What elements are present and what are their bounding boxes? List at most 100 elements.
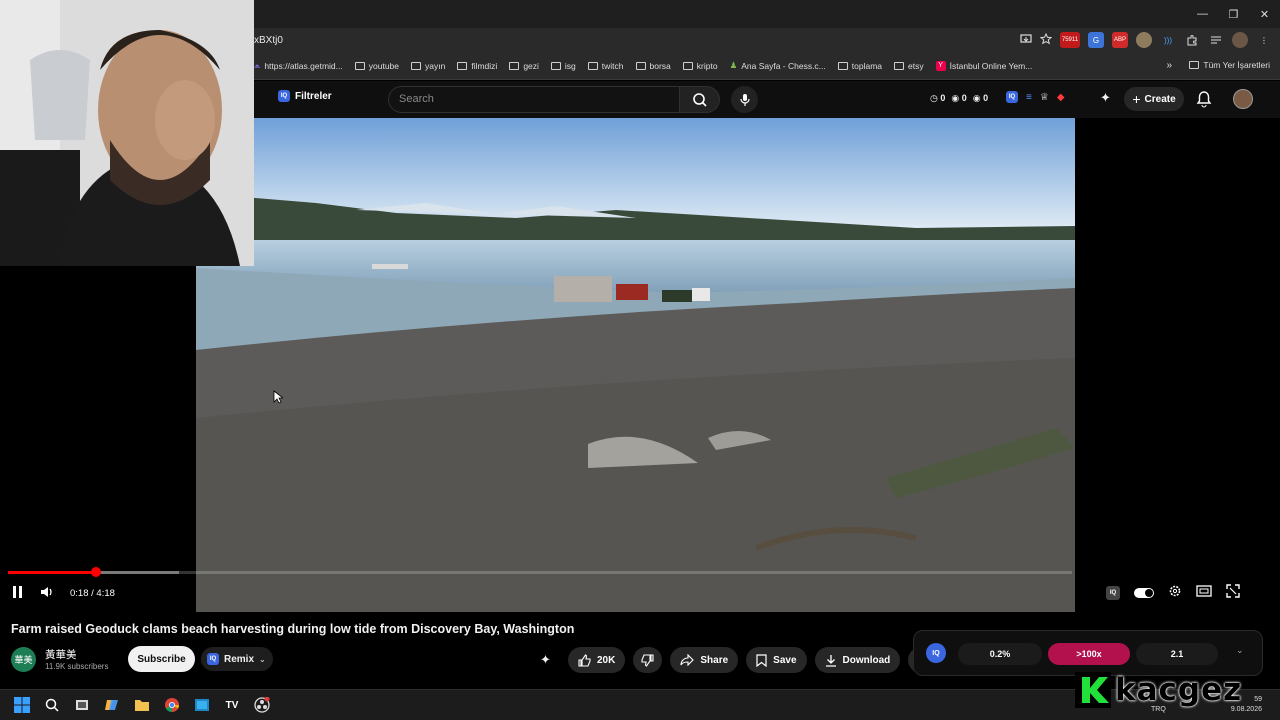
bell-icon[interactable] [1196,90,1212,111]
bookmark-item[interactable]: gezi [509,61,539,71]
restore-icon[interactable]: ❐ [1218,0,1249,28]
bookmark-item[interactable]: Y İstanbul Online Yem... [935,60,1033,71]
beach-scene-image [196,118,1075,612]
filters-button[interactable]: IQ Filtreler [278,90,332,102]
install-icon[interactable] [1020,33,1032,48]
user-avatar[interactable] [1233,89,1253,109]
menu-kebab-icon[interactable]: ⋮ [1256,32,1272,48]
download-icon [825,654,836,667]
autoplay-toggle[interactable] [1134,587,1154,598]
played-bar [8,571,96,574]
folder-icon [635,61,646,70]
scrubber-handle[interactable] [90,567,101,577]
voice-search-button[interactable] [731,86,758,113]
video-actions: ✦ 20K Share Save Download ••• [540,647,935,673]
settings-icon[interactable] [1168,584,1182,601]
puzzle-icon[interactable] [1184,32,1200,48]
bookmark-item[interactable]: etsy [894,61,924,71]
windows-start-icon[interactable] [12,695,32,715]
save-label: Save [773,654,797,666]
remix-button[interactable]: IQ Remix ⌄ [201,647,273,671]
copilot-icon[interactable] [102,695,122,715]
bookmark-item[interactable]: twitch [587,60,624,71]
translate-icon[interactable]: G [1088,32,1104,48]
search-icon[interactable] [42,695,62,715]
like-count: 20K [597,654,616,666]
counter-value: 0 [983,93,989,103]
player-controls-left: 0:18 / 4:18 [12,585,115,602]
search-input[interactable]: Search [388,86,680,113]
adblock-icon[interactable]: ABP [1112,32,1128,48]
bookmark-item[interactable]: borsa [635,60,671,71]
bookmark-item[interactable]: isg [550,61,576,71]
create-button[interactable]: + Create [1124,87,1184,111]
chevron-down-icon[interactable]: ⌄ [1236,645,1244,656]
bookmark-item[interactable]: kripto [682,61,718,71]
trophy-icon[interactable]: ♕ [1040,92,1049,103]
folder-icon [354,61,365,70]
iq-player-icon[interactable]: IQ [1106,585,1120,600]
bookmark-label: borsa [649,60,671,71]
bookmark-item[interactable]: ⩕ https://atlas.getmid... [254,61,343,71]
logo-k-icon [1075,672,1111,708]
like-button[interactable]: 20K [568,647,626,673]
header-extension-icons: IQ ≡ ♕ ◆ [1006,91,1065,103]
reading-list-icon[interactable] [1208,32,1224,48]
terminal-app-icon[interactable] [192,695,212,715]
minimize-icon[interactable]: — [1187,0,1218,28]
bookmark-item[interactable]: filmdizi [457,61,497,71]
webcam-overlay [0,0,254,266]
iq-icon[interactable]: IQ [1006,91,1018,103]
profile-icon[interactable] [1232,32,1248,48]
star-icon[interactable] [1039,32,1053,48]
gift-icon[interactable]: ✦ [1100,90,1111,106]
download-button[interactable]: Download [814,647,901,673]
gift-icon[interactable]: ✦ [540,652,560,668]
bookmark-label: İstanbul Online Yem... [949,60,1033,71]
all-bookmarks-button[interactable]: Tüm Yer İşaretleri [1189,60,1270,70]
file-explorer-icon[interactable] [132,695,152,715]
download-label: Download [842,654,891,666]
subscribe-button[interactable]: Subscribe [128,646,195,672]
bookmark-label: twitch [601,60,624,71]
bookmark-label: Ana Sayfa - Chess.c... [741,60,826,71]
list-icon[interactable]: ≡ [1026,92,1032,103]
video-progress-bar[interactable] [8,567,1072,577]
task-view-icon[interactable] [72,695,92,715]
fullscreen-icon[interactable] [1226,584,1240,601]
theater-mode-icon[interactable] [1196,585,1212,600]
notification-alert-icon[interactable]: ◆ [1057,92,1065,103]
stat-pill-highlight: >100x [1048,643,1130,665]
chrome-icon[interactable] [162,695,182,715]
bookmark-item[interactable]: yayın [411,61,445,71]
dislike-button[interactable] [633,647,663,673]
extension-face-icon[interactable] [1136,32,1152,48]
bookmarks-overflow-icon[interactable]: » [1166,60,1172,71]
share-button[interactable]: Share [670,647,739,673]
bookmark-item[interactable]: youtube [354,61,399,71]
channel-name[interactable]: 黃華美 [45,647,77,662]
wave-icon[interactable]: ))) [1160,32,1176,48]
logo-wordmark: kacgez [1115,672,1243,708]
tradingview-icon[interactable]: TV [222,695,242,715]
clock-counter: ◷ 0 [930,93,946,103]
bookmark-label: gezi [523,60,539,71]
video-frame[interactable] [196,118,1075,612]
obs-icon[interactable] [252,695,272,715]
pause-button[interactable] [12,585,24,602]
bookmark-item[interactable]: ♟ Ana Sayfa - Chess.c... [730,60,826,71]
bookmark-item[interactable]: toplama [837,61,882,71]
save-button[interactable]: Save [746,647,807,673]
volume-button[interactable] [40,585,54,602]
share-label: Share [700,654,729,666]
close-icon[interactable]: ✕ [1249,0,1280,28]
eye-counter: ◉ 0 [972,93,989,103]
bookmark-icon [756,653,767,667]
bookmark-label: https://atlas.getmid... [264,60,343,71]
channel-avatar[interactable]: 華美 [11,647,36,672]
badge-extension-icon[interactable]: 75911 [1060,32,1080,48]
pause-icon [13,586,22,598]
search-button[interactable] [680,86,720,113]
iq-badge[interactable]: IQ [926,643,946,663]
url-field[interactable]: xBXtj0 [254,35,283,46]
